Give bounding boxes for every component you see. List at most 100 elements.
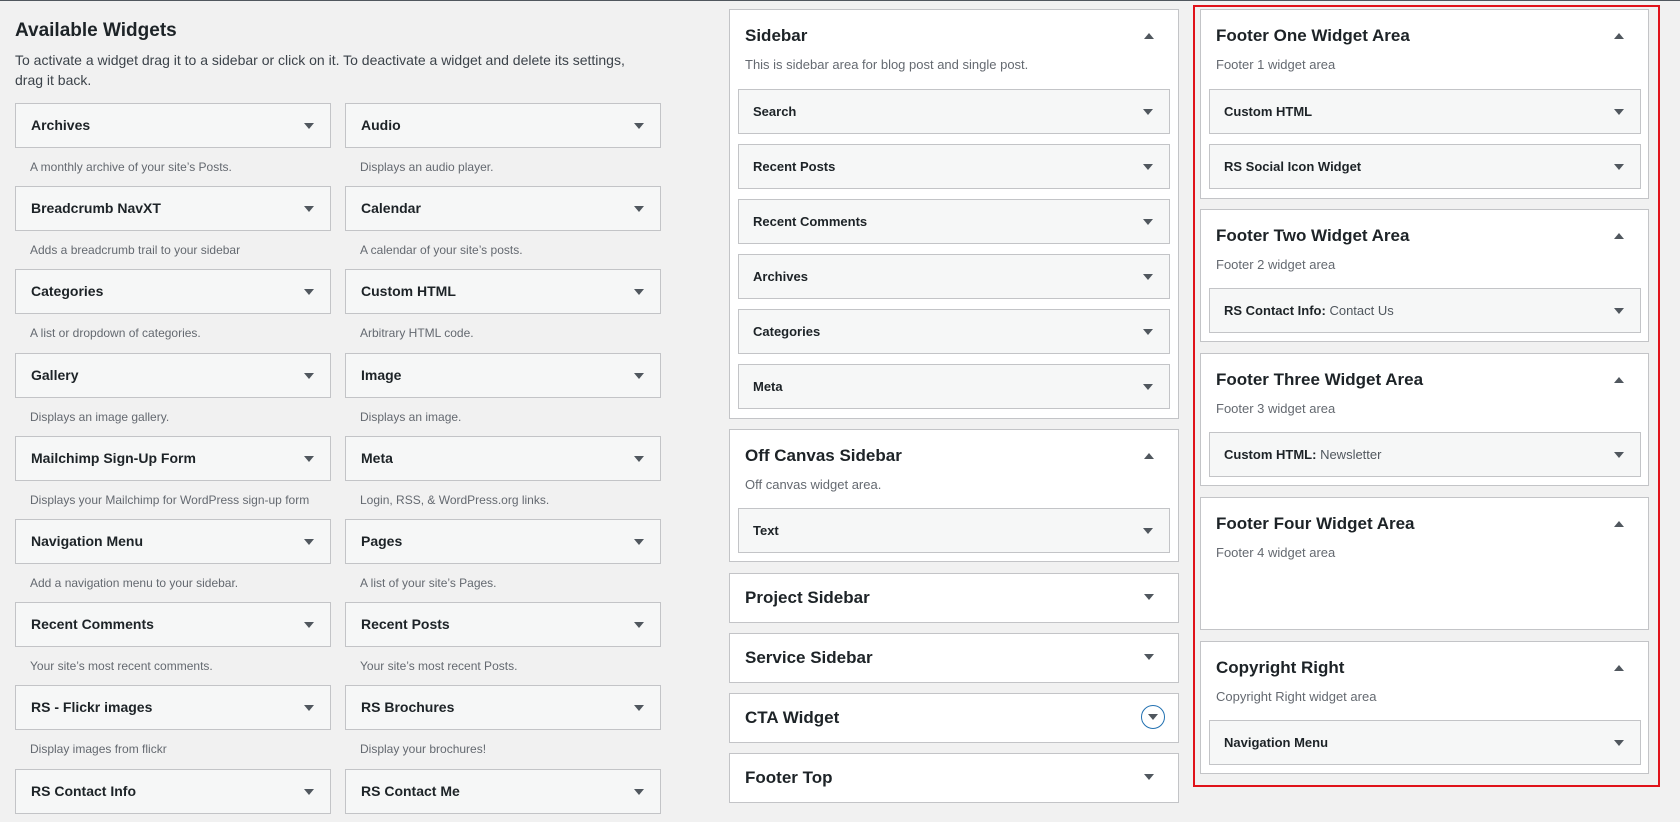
expand-caret-icon[interactable] <box>304 788 314 795</box>
placed-widget-title: RS Contact Info: Contact Us <box>1224 303 1394 318</box>
sidebar-area-service[interactable]: Service Sidebar <box>729 633 1179 683</box>
placed-widget-text[interactable]: Text <box>738 508 1170 553</box>
widget-title: Breadcrumb NavXT <box>31 200 161 216</box>
widget-recent-posts[interactable]: Recent Posts <box>345 602 661 647</box>
placed-widget-navigation-menu[interactable]: Navigation Menu <box>1209 720 1641 765</box>
expand-toggle-icon[interactable] <box>1144 774 1154 780</box>
widget-breadcrumb-navxt[interactable]: Breadcrumb NavXT <box>15 186 331 231</box>
widget-description: A calendar of your site’s posts. <box>360 243 523 257</box>
available-widgets-title: Available Widgets <box>15 20 177 41</box>
expand-caret-icon[interactable] <box>1143 273 1153 280</box>
widget-audio[interactable]: Audio <box>345 103 661 148</box>
expand-caret-icon[interactable] <box>304 122 314 129</box>
collapse-toggle-icon[interactable] <box>1144 33 1154 39</box>
sidebar-area-title: Footer Three Widget Area <box>1216 370 1424 389</box>
expand-caret-icon[interactable] <box>304 455 314 462</box>
top-border <box>0 0 1680 1</box>
widget-archives[interactable]: Archives <box>15 103 331 148</box>
placed-widget-title: Search <box>753 104 797 119</box>
widget-description: Displays an image. <box>360 410 462 424</box>
placed-widget-rs-social-icon[interactable]: RS Social Icon Widget <box>1209 144 1641 189</box>
sidebar-area-footer-three: Footer Three Widget Area Footer 3 widget… <box>1200 353 1649 486</box>
collapse-toggle-icon[interactable] <box>1614 377 1624 383</box>
placed-widget-archives[interactable]: Archives <box>738 254 1170 299</box>
expand-caret-icon[interactable] <box>1614 307 1624 314</box>
expand-caret-icon[interactable] <box>1143 383 1153 390</box>
widget-title: Meta <box>361 450 393 466</box>
expand-caret-icon[interactable] <box>304 704 314 711</box>
expand-caret-icon[interactable] <box>304 372 314 379</box>
placed-widget-custom-html-newsletter[interactable]: Custom HTML: Newsletter <box>1209 432 1641 477</box>
expand-toggle-icon[interactable] <box>1141 705 1165 729</box>
sidebar-area-desc: This is sidebar area for blog post and s… <box>745 57 1029 72</box>
expand-caret-icon[interactable] <box>1614 163 1624 170</box>
widget-title: Archives <box>31 117 91 133</box>
widget-title: RS - Flickr images <box>31 699 153 715</box>
collapse-toggle-icon[interactable] <box>1614 665 1624 671</box>
widget-gallery[interactable]: Gallery <box>15 353 331 398</box>
expand-caret-icon[interactable] <box>1143 328 1153 335</box>
placed-widget-search[interactable]: Search <box>738 89 1170 134</box>
expand-caret-icon[interactable] <box>634 788 644 795</box>
placed-widget-rs-contact-info[interactable]: RS Contact Info: Contact Us <box>1209 288 1641 333</box>
expand-caret-icon[interactable] <box>634 372 644 379</box>
widget-rs-brochures[interactable]: RS Brochures <box>345 685 661 730</box>
widget-title: Audio <box>361 117 401 133</box>
expand-caret-icon[interactable] <box>1143 527 1153 534</box>
placed-widget-title: Navigation Menu <box>1224 735 1329 750</box>
placed-widget-recent-comments[interactable]: Recent Comments <box>738 199 1170 244</box>
widget-recent-comments[interactable]: Recent Comments <box>15 602 331 647</box>
widget-image[interactable]: Image <box>345 353 661 398</box>
expand-caret-icon[interactable] <box>634 704 644 711</box>
widget-title: RS Contact Me <box>361 783 460 799</box>
expand-caret-icon[interactable] <box>304 621 314 628</box>
widget-description: Arbitrary HTML code. <box>360 326 474 340</box>
widget-title: RS Brochures <box>361 699 455 715</box>
collapse-toggle-icon[interactable] <box>1614 521 1624 527</box>
widget-custom-html[interactable]: Custom HTML <box>345 269 661 314</box>
expand-caret-icon[interactable] <box>634 538 644 545</box>
widget-mailchimp-sign-up-form[interactable]: Mailchimp Sign-Up Form <box>15 436 331 481</box>
sidebar-area-footer-top[interactable]: Footer Top <box>729 753 1179 803</box>
expand-caret-icon[interactable] <box>1614 739 1624 746</box>
expand-caret-icon[interactable] <box>304 288 314 295</box>
sidebar-area-desc: Footer 4 widget area <box>1216 545 1336 560</box>
widget-calendar[interactable]: Calendar <box>345 186 661 231</box>
expand-toggle-icon[interactable] <box>1144 594 1154 600</box>
sidebar-area-footer-one: Footer One Widget Area Footer 1 widget a… <box>1200 9 1649 199</box>
widget-pages[interactable]: Pages <box>345 519 661 564</box>
placed-widget-subtitle: Contact Us <box>1329 303 1394 318</box>
sidebar-area-desc: Footer 3 widget area <box>1216 401 1336 416</box>
expand-caret-icon[interactable] <box>1614 108 1624 115</box>
widget-title: Recent Comments <box>31 616 154 632</box>
placed-widget-meta[interactable]: Meta <box>738 364 1170 409</box>
expand-caret-icon[interactable] <box>1143 108 1153 115</box>
widget-title: Mailchimp Sign-Up Form <box>31 450 196 466</box>
expand-caret-icon[interactable] <box>304 205 314 212</box>
expand-caret-icon[interactable] <box>1614 451 1624 458</box>
expand-caret-icon[interactable] <box>304 538 314 545</box>
placed-widget-recent-posts[interactable]: Recent Posts <box>738 144 1170 189</box>
widget-rs-contact-me[interactable]: RS Contact Me <box>345 769 661 814</box>
sidebar-area-cta[interactable]: CTA Widget <box>729 693 1179 743</box>
widget-categories[interactable]: Categories <box>15 269 331 314</box>
widget-navigation-menu[interactable]: Navigation Menu <box>15 519 331 564</box>
expand-caret-icon[interactable] <box>634 205 644 212</box>
expand-caret-icon[interactable] <box>1143 218 1153 225</box>
collapse-toggle-icon[interactable] <box>1614 233 1624 239</box>
widget-rs-contact-info[interactable]: RS Contact Info <box>15 769 331 814</box>
expand-caret-icon[interactable] <box>634 455 644 462</box>
placed-widget-categories[interactable]: Categories <box>738 309 1170 354</box>
expand-caret-icon[interactable] <box>1143 163 1153 170</box>
placed-widget-title: Custom HTML: Newsletter <box>1224 447 1382 462</box>
collapse-toggle-icon[interactable] <box>1144 453 1154 459</box>
widget-rs-flickr-images[interactable]: RS - Flickr images <box>15 685 331 730</box>
sidebar-area-project[interactable]: Project Sidebar <box>729 573 1179 623</box>
expand-toggle-icon[interactable] <box>1144 654 1154 660</box>
placed-widget-custom-html[interactable]: Custom HTML <box>1209 89 1641 134</box>
expand-caret-icon[interactable] <box>634 288 644 295</box>
expand-caret-icon[interactable] <box>634 122 644 129</box>
widget-meta[interactable]: Meta <box>345 436 661 481</box>
collapse-toggle-icon[interactable] <box>1614 33 1624 39</box>
expand-caret-icon[interactable] <box>634 621 644 628</box>
